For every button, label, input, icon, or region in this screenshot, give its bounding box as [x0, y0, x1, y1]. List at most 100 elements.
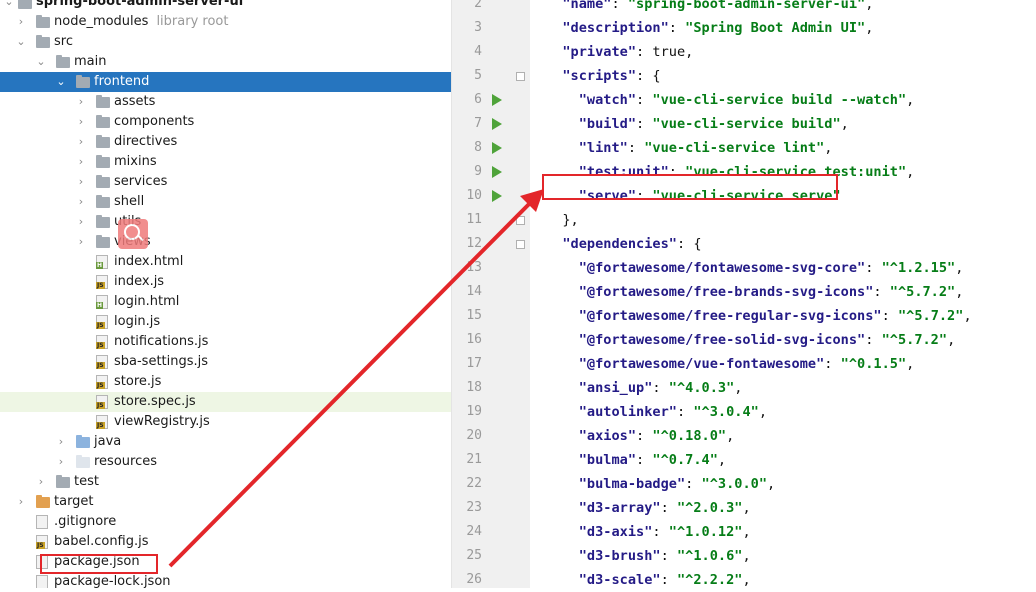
- tree-item[interactable]: › components: [0, 112, 451, 132]
- tree-item[interactable]: ›views: [0, 232, 451, 252]
- tree-item[interactable]: › resources: [0, 452, 451, 472]
- tree-item[interactable]: › directives: [0, 132, 451, 152]
- tree-item[interactable]: › java: [0, 432, 451, 452]
- tree-item[interactable]: JS notifications.js: [0, 332, 451, 352]
- line-number: 20: [466, 428, 482, 443]
- tree-item[interactable]: › node_modules library root: [0, 12, 451, 32]
- tree-item[interactable]: › target: [0, 492, 451, 512]
- tree-item-label: notifications.js: [114, 332, 208, 352]
- code-line[interactable]: "ansi_up": "^4.0.3",: [546, 376, 743, 400]
- code-token: "vue-cli-service lint": [644, 140, 825, 156]
- tree-item[interactable]: package-lock.json: [0, 572, 451, 588]
- folder-icon: [96, 115, 110, 128]
- fold-icon[interactable]: [516, 216, 525, 225]
- line-number: 4: [474, 44, 482, 59]
- code-token: "^0.7.4": [652, 452, 718, 468]
- code-line[interactable]: "scripts": {: [546, 64, 660, 88]
- code-line[interactable]: "name": "spring-boot-admin-server-ui",: [546, 0, 873, 16]
- tree-item[interactable]: JS sba-settings.js: [0, 352, 451, 372]
- line-number: 9: [474, 164, 482, 179]
- magnifier-overlay[interactable]: [118, 219, 148, 249]
- tree-item-name: frontend: [94, 74, 150, 89]
- code-line[interactable]: "bulma-badge": "^3.0.0",: [546, 472, 775, 496]
- tree-item[interactable]: ›utils: [0, 212, 451, 232]
- chevron-right-icon[interactable]: ›: [16, 12, 26, 32]
- chevron-right-icon[interactable]: ›: [76, 92, 86, 112]
- tree-item[interactable]: JS store.js: [0, 372, 451, 392]
- chevron-down-icon[interactable]: ⌄: [16, 32, 26, 52]
- chevron-right-icon[interactable]: ›: [56, 452, 66, 472]
- tree-item[interactable]: JS store.spec.js: [0, 392, 451, 412]
- code-line[interactable]: "private": true,: [546, 40, 693, 64]
- code-token: "autolinker": [578, 404, 677, 420]
- tree-item-name: package-lock.json: [54, 574, 171, 588]
- tree-item[interactable]: JS login.js: [0, 312, 451, 332]
- tree-item[interactable]: › shell: [0, 192, 451, 212]
- code-token: : {: [676, 236, 702, 252]
- tree-item[interactable]: ⌄ src: [0, 32, 451, 52]
- tree-item[interactable]: Hindex.html: [0, 252, 451, 272]
- code-line[interactable]: "watch": "vue-cli-service build --watch"…: [546, 88, 915, 112]
- code-line[interactable]: "@fortawesome/fontawesome-svg-core": "^1…: [546, 256, 964, 280]
- fold-icon[interactable]: [516, 240, 525, 249]
- chevron-right-icon[interactable]: ›: [76, 132, 86, 152]
- code-line[interactable]: "dependencies": {: [546, 232, 702, 256]
- chevron-right-icon[interactable]: ›: [76, 112, 86, 132]
- code-line[interactable]: "build": "vue-cli-service build",: [546, 112, 849, 136]
- tree-item[interactable]: JS babel.config.js: [0, 532, 451, 552]
- chevron-right-icon[interactable]: ›: [76, 172, 86, 192]
- tree-item-label: package-lock.json: [54, 572, 171, 588]
- code-line[interactable]: "@fortawesome/free-brands-svg-icons": "^…: [546, 280, 964, 304]
- code-token: "^2.0.3": [676, 500, 743, 516]
- tree-item[interactable]: › test: [0, 472, 451, 492]
- code-line[interactable]: "@fortawesome/free-regular-svg-icons": "…: [546, 304, 972, 328]
- code-token: "bulma-badge": [578, 476, 686, 492]
- run-icon[interactable]: [492, 94, 502, 106]
- chevron-right-icon[interactable]: ›: [76, 152, 86, 172]
- run-icon[interactable]: [492, 142, 502, 154]
- tree-item[interactable]: ⌄ main: [0, 52, 451, 72]
- code-line[interactable]: "d3-axis": "^1.0.12",: [546, 520, 751, 544]
- fold-icon[interactable]: [516, 72, 525, 81]
- chevron-down-icon[interactable]: ⌄: [4, 0, 14, 12]
- code-line[interactable]: "axios": "^0.18.0",: [546, 424, 735, 448]
- chevron-down-icon[interactable]: ⌄: [36, 52, 46, 72]
- tree-item-name: viewRegistry.js: [114, 414, 210, 429]
- chevron-right-icon[interactable]: ›: [36, 472, 46, 492]
- code-line[interactable]: "@fortawesome/vue-fontawesome": "^0.1.5"…: [546, 352, 915, 376]
- code-line[interactable]: },: [546, 208, 578, 232]
- code-line[interactable]: "description": "Spring Boot Admin UI",: [546, 16, 873, 40]
- tree-item[interactable]: JS index.js: [0, 272, 451, 292]
- tree-item[interactable]: Hlogin.html: [0, 292, 451, 312]
- code-line[interactable]: "d3-array": "^2.0.3",: [546, 496, 751, 520]
- tree-item[interactable]: .gitignore: [0, 512, 451, 532]
- tree-root[interactable]: ⌄ spring-boot-admin-server-ui: [0, 0, 451, 12]
- tree-item[interactable]: › services: [0, 172, 451, 192]
- code-line[interactable]: "@fortawesome/free-solid-svg-icons": "^5…: [546, 328, 956, 352]
- line-number: 14: [466, 284, 482, 299]
- tree-item[interactable]: ⌄ frontend: [0, 72, 451, 92]
- tree-item[interactable]: › mixins: [0, 152, 451, 172]
- chevron-right-icon[interactable]: ›: [56, 432, 66, 452]
- chevron-down-icon[interactable]: ⌄: [56, 72, 66, 92]
- code-line[interactable]: "d3-brush": "^1.0.6",: [546, 544, 751, 568]
- run-icon[interactable]: [492, 166, 502, 178]
- tree-item-label: login.js: [114, 312, 160, 332]
- code-line[interactable]: "autolinker": "^3.0.4",: [546, 400, 767, 424]
- chevron-right-icon[interactable]: ›: [76, 232, 86, 252]
- code-line[interactable]: "d3-scale": "^2.2.2",: [546, 568, 751, 592]
- code-line[interactable]: "bulma": "^0.7.4",: [546, 448, 726, 472]
- code-token: ,: [742, 548, 751, 564]
- run-icon[interactable]: [492, 118, 502, 130]
- chevron-right-icon[interactable]: ›: [16, 492, 26, 512]
- chevron-right-icon[interactable]: ›: [76, 192, 86, 212]
- chevron-right-icon[interactable]: ›: [76, 212, 86, 232]
- tree-item[interactable]: › assets: [0, 92, 451, 112]
- code-token: :: [660, 572, 677, 588]
- code-line[interactable]: "lint": "vue-cli-service lint",: [546, 136, 833, 160]
- run-icon[interactable]: [492, 190, 502, 202]
- tree-item[interactable]: JS viewRegistry.js: [0, 412, 451, 432]
